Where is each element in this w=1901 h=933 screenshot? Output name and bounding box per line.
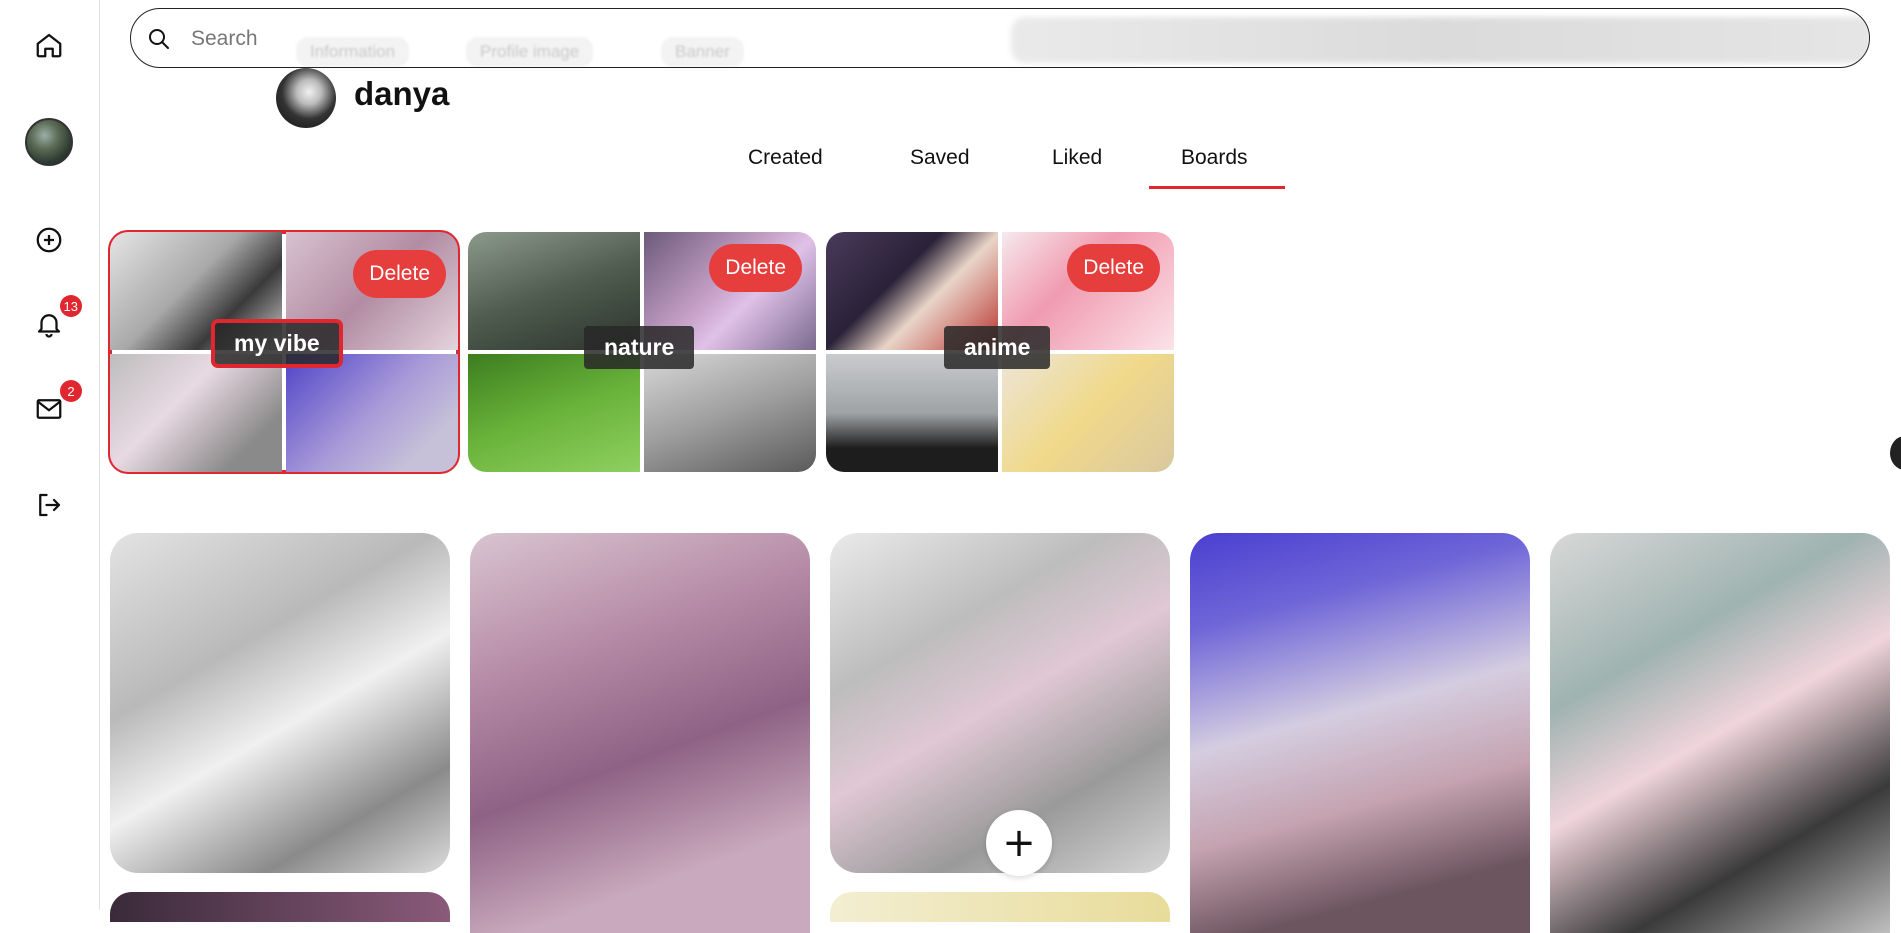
board-thumbnail — [644, 354, 816, 472]
notifications-icon[interactable]: 13 — [28, 295, 82, 345]
scroll-button[interactable] — [1890, 436, 1901, 470]
pin-card[interactable] — [110, 892, 450, 922]
add-pin-button[interactable]: + — [986, 810, 1052, 876]
board-title: nature — [584, 326, 695, 369]
messages-badge: 2 — [60, 380, 82, 402]
search-input[interactable] — [189, 19, 593, 59]
board-thumbnail — [110, 354, 282, 472]
delete-button[interactable]: Delete — [353, 250, 446, 298]
tab-boards[interactable]: Boards — [1181, 146, 1248, 170]
tab-created[interactable]: Created — [748, 146, 823, 170]
pin-card[interactable] — [1550, 533, 1890, 933]
pin-card[interactable] — [470, 533, 810, 933]
active-tab-indicator — [1149, 186, 1285, 189]
board-card[interactable]: Delete anime — [826, 232, 1174, 472]
pin-card[interactable] — [1190, 533, 1530, 933]
board-card[interactable]: Delete my vibe — [108, 230, 460, 474]
board-thumbnail — [468, 354, 640, 472]
messages-icon[interactable]: 2 — [28, 380, 82, 430]
blurred-banner — [1011, 17, 1869, 63]
pin-card[interactable] — [830, 892, 1170, 922]
ghost-chip-banner: Banner — [661, 37, 744, 67]
board-thumbnail — [286, 354, 458, 472]
logout-icon[interactable] — [28, 484, 70, 526]
home-icon[interactable] — [28, 24, 70, 66]
notifications-badge: 13 — [59, 295, 82, 317]
tab-saved[interactable]: Saved — [910, 146, 970, 170]
board-card[interactable]: Delete nature — [468, 232, 816, 472]
pin-card[interactable] — [110, 533, 450, 873]
tab-liked[interactable]: Liked — [1052, 146, 1102, 170]
profile-name: danya — [354, 75, 450, 112]
create-icon[interactable] — [28, 219, 70, 261]
profile-tabs: Created Saved Liked Boards — [0, 146, 1901, 192]
search-icon — [149, 29, 169, 49]
board-title: my vibe — [211, 319, 343, 368]
board-thumbnail — [826, 354, 998, 472]
profile-avatar[interactable] — [276, 68, 336, 128]
delete-button[interactable]: Delete — [1067, 244, 1160, 292]
board-title: anime — [944, 326, 1051, 369]
board-thumbnail — [1002, 354, 1174, 472]
delete-button[interactable]: Delete — [709, 244, 802, 292]
search-bar[interactable]: Information Profile image Banner — [130, 8, 1870, 68]
sidebar: 13 2 — [0, 0, 100, 910]
